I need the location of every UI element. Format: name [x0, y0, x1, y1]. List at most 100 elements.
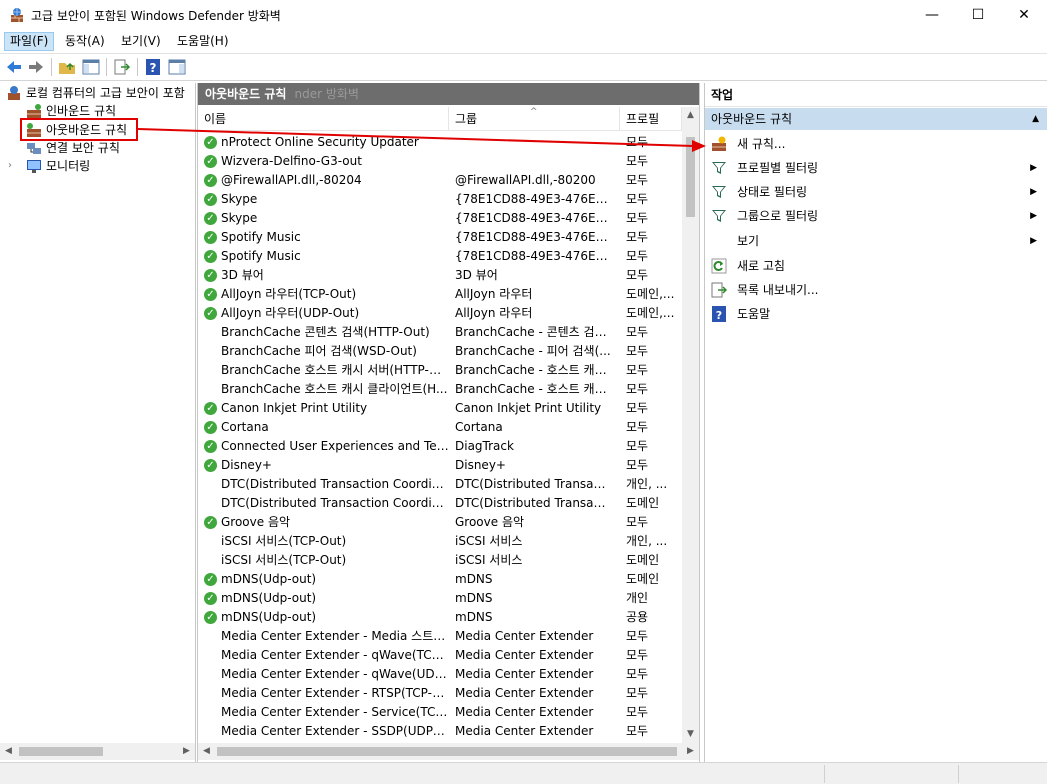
rule-row[interactable]: Media Center Extender - Media 스트리... Medi…: [198, 627, 682, 646]
collapse-up-icon[interactable]: ▲: [1032, 108, 1039, 130]
rule-row[interactable]: ✓ Canon Inkjet Print Utility Canon Inkjet …: [198, 399, 682, 418]
rule-row[interactable]: Media Center Extender - SSDP(UDP-Out) Med…: [198, 722, 682, 741]
rule-row[interactable]: BranchCache 호스트 캐시 서버(HTTP-O... BranchCac…: [198, 361, 682, 380]
rule-row[interactable]: ✓ mDNS(Udp-out) mDNS 공용: [198, 608, 682, 627]
up-folder-icon[interactable]: [58, 58, 76, 76]
minimize-button[interactable]: —: [909, 0, 955, 30]
rule-row[interactable]: BranchCache 콘텐츠 검색(HTTP-Out) BranchCache …: [198, 323, 682, 342]
scroll-right-icon[interactable]: ▶: [682, 743, 699, 760]
rule-name: Spotify Music: [221, 230, 301, 244]
toolbar-separator: [106, 58, 107, 76]
action-refresh-5[interactable]: 새로 고침: [705, 255, 1047, 277]
show-hide-action-pane-icon[interactable]: [168, 58, 186, 76]
rule-profile: 도메인: [626, 496, 660, 510]
rule-row[interactable]: Media Center Extender - RTSP(TCP-Out) Med…: [198, 684, 682, 703]
toolbar-separator: [51, 58, 52, 76]
menu-action[interactable]: 동작(A): [60, 32, 110, 51]
rule-row[interactable]: ✓ Skype {78E1CD88-49E3-476E-B9... 모두: [198, 190, 682, 209]
help-icon[interactable]: ?: [144, 58, 162, 76]
rule-row[interactable]: ✓ nProtect Online Security Updater 모두: [198, 133, 682, 152]
window-title: 고급 보안이 포함된 Windows Defender 방화벽: [31, 9, 281, 23]
rule-name: mDNS(Udp-out): [221, 572, 317, 586]
export-list-icon[interactable]: [113, 58, 131, 76]
rule-row[interactable]: DTC(Distributed Transaction Coordinato..…: [198, 494, 682, 513]
menu-help[interactable]: 도움말(H): [172, 32, 234, 51]
rule-name: BranchCache 피어 검색(WSD-Out): [221, 344, 417, 358]
rule-group: {78E1CD88-49E3-476E-B9...: [455, 230, 611, 244]
pane-title-ghost: nder 방화벽: [294, 87, 359, 101]
rule-row[interactable]: ✓ Spotify Music {78E1CD88-49E3-476E-B9... 모…: [198, 247, 682, 266]
rule-row[interactable]: BranchCache 피어 검색(WSD-Out) BranchCache - …: [198, 342, 682, 361]
back-icon[interactable]: [5, 58, 23, 76]
rule-row[interactable]: ✓ Wizvera-Delfino-G3-out 모두: [198, 152, 682, 171]
rule-row[interactable]: ✓ @FirewallAPI.dll,-80204 @FirewallAPI.dll…: [198, 171, 682, 190]
action-filter-3[interactable]: 그룹으로 필터링 ▶: [705, 205, 1047, 227]
rule-profile: 도메인: [626, 553, 660, 567]
rule-group: Cortana: [455, 420, 503, 434]
rule-row[interactable]: ✓ Cortana Cortana 모두: [198, 418, 682, 437]
rule-row[interactable]: ✓ mDNS(Udp-out) mDNS 도메인: [198, 570, 682, 589]
rules-horizontal-scrollbar[interactable]: ◀ ▶: [198, 743, 699, 760]
action-filter-1[interactable]: 프로필별 필터링 ▶: [705, 157, 1047, 179]
rule-row[interactable]: ✓ AllJoyn 라우터(TCP-Out) AllJoyn 라우터 도메인,...: [198, 285, 682, 304]
rule-row[interactable]: Media Center Extender - qWave(UDP-O... Me…: [198, 665, 682, 684]
rule-row[interactable]: ✓ Skype {78E1CD88-49E3-476E-B9... 모두: [198, 209, 682, 228]
maximize-button[interactable]: ☐: [955, 0, 1001, 30]
forward-icon[interactable]: [27, 58, 45, 76]
rule-row[interactable]: ✓ Connected User Experiences and Teleme..…: [198, 437, 682, 456]
status-bar: [0, 762, 1047, 784]
scroll-right-icon[interactable]: ▶: [178, 743, 195, 760]
rule-row[interactable]: ✓ 3D 뷰어 3D 뷰어 모두: [198, 266, 682, 285]
rule-row[interactable]: ✓ AllJoyn 라우터(UDP-Out) AllJoyn 라우터 도메인,...: [198, 304, 682, 323]
rule-row[interactable]: ✓ Spotify Music {78E1CD88-49E3-476E-B9... 모…: [198, 228, 682, 247]
rule-row[interactable]: iSCSI 서비스(TCP-Out) iSCSI 서비스 개인, ...: [198, 532, 682, 551]
rule-profile: 모두: [626, 344, 649, 358]
scroll-left-icon[interactable]: ◀: [0, 743, 17, 760]
column-profile[interactable]: 프로필: [620, 107, 682, 131]
help-icon: ?: [712, 306, 726, 322]
rule-profile: 모두: [626, 401, 649, 415]
scroll-down-icon[interactable]: ▼: [682, 726, 699, 743]
rule-row[interactable]: Media Center Extender - Service(TCP-O...…: [198, 703, 682, 722]
expand-chevron-icon[interactable]: ›: [8, 157, 12, 175]
enabled-check-icon: ✓: [204, 573, 217, 586]
rules-vertical-scrollbar[interactable]: ▲ ▼: [682, 107, 699, 743]
pane-header: 아웃바운드 규칙 nder 방화벽: [198, 83, 699, 105]
action-filter-2[interactable]: 상태로 필터링 ▶: [705, 181, 1047, 203]
rule-group: {78E1CD88-49E3-476E-B9...: [455, 211, 611, 225]
column-name[interactable]: 이름: [198, 107, 449, 131]
status-separator: [958, 765, 959, 783]
show-hide-console-tree-icon[interactable]: [82, 58, 100, 76]
action-export-list-6[interactable]: 목록 내보내기...: [705, 279, 1047, 301]
menu-view[interactable]: 보기(V): [116, 32, 166, 51]
scrollbar-thumb[interactable]: [686, 137, 695, 217]
rule-name: Groove 음악: [221, 515, 291, 529]
rule-name: Media Center Extender - RTSP(TCP-Out): [221, 686, 449, 700]
menu-file[interactable]: 파일(F): [4, 32, 55, 51]
rule-profile: 모두: [626, 382, 649, 396]
close-button[interactable]: ✕: [1001, 0, 1047, 30]
scroll-up-icon[interactable]: ▲: [682, 107, 699, 124]
action-help-7[interactable]: ? 도움말: [705, 303, 1047, 325]
rule-row[interactable]: BranchCache 호스트 캐시 클라이언트(H... BranchCache…: [198, 380, 682, 399]
rule-row[interactable]: ✓ Disney+ Disney+ 모두: [198, 456, 682, 475]
rule-row[interactable]: ✓ Groove 음악 Groove 음악 모두: [198, 513, 682, 532]
rule-profile: 모두: [626, 667, 649, 681]
scrollbar-thumb[interactable]: [19, 747, 103, 756]
action-new-rule-0[interactable]: 새 규칙...: [705, 133, 1047, 155]
rule-profile: 모두: [626, 705, 649, 719]
rule-row[interactable]: Media Center Extender - qWave(TCP-Out) Me…: [198, 646, 682, 665]
tree-horizontal-scrollbar[interactable]: ◀ ▶: [0, 743, 195, 760]
actions-section-header[interactable]: 아웃바운드 규칙 ▲: [705, 108, 1047, 130]
rule-row[interactable]: ✓ mDNS(Udp-out) mDNS 개인: [198, 589, 682, 608]
rule-row[interactable]: DTC(Distributed Transaction Coordinato..…: [198, 475, 682, 494]
action-view-4[interactable]: 보기 ▶: [705, 230, 1047, 252]
scrollbar-thumb[interactable]: [217, 747, 677, 756]
action-label: 보기: [737, 234, 760, 248]
rule-row[interactable]: iSCSI 서비스(TCP-Out) iSCSI 서비스 도메인: [198, 551, 682, 570]
scroll-left-icon[interactable]: ◀: [198, 743, 215, 760]
outbound-rules-highlight: [20, 118, 138, 141]
rule-group: iSCSI 서비스: [455, 534, 523, 548]
enabled-check-icon: ✓: [204, 402, 217, 415]
rule-profile: 모두: [626, 154, 649, 168]
